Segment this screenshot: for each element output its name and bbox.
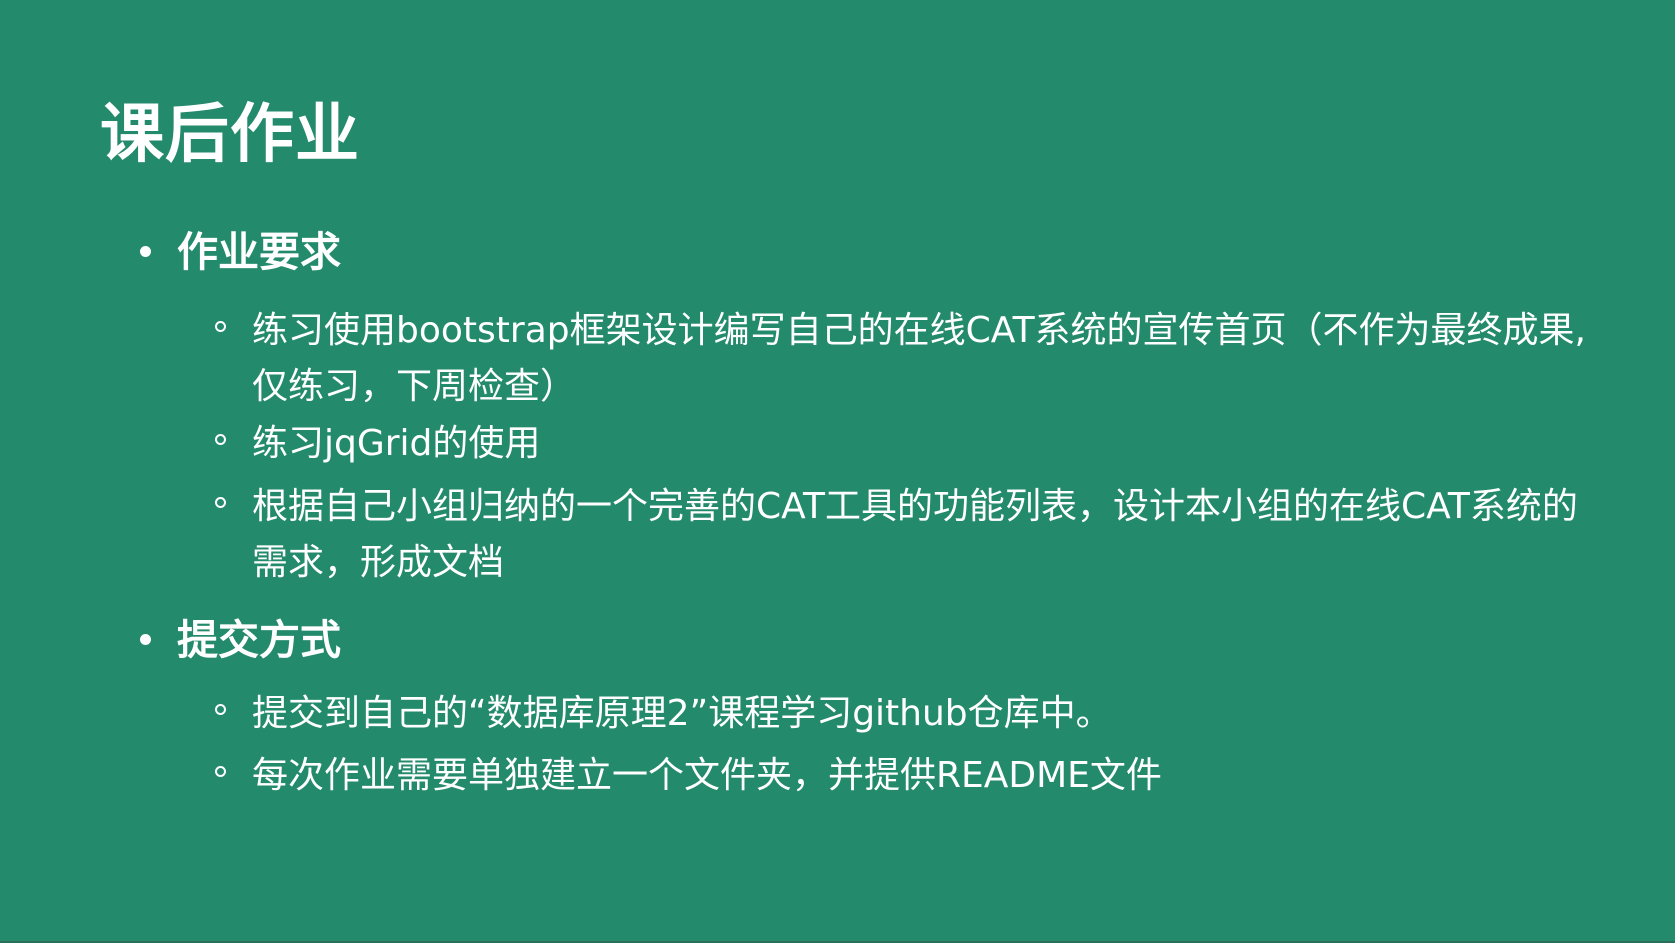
list-item: 练习使用bootstrap框架设计编写自己的在线CAT系统的宣传首页（不作为最终… — [215, 303, 1586, 415]
list-item-text: 每次作业需要单独建立一个文件夹，并提供README文件 — [252, 755, 1162, 796]
hollow-bullet-icon — [215, 321, 226, 332]
hollow-bullet-icon — [215, 704, 226, 715]
slide: 课后作业 作业要求 练习使用bootstrap框架设计编写自己的在线CAT系统的… — [0, 0, 1675, 943]
hollow-bullet-icon — [215, 766, 226, 777]
slide-title: 课后作业 — [100, 98, 360, 172]
section-heading-text: 作业要求 — [177, 228, 341, 276]
filled-bullet-icon — [140, 634, 151, 645]
hollow-bullet-icon — [215, 497, 226, 508]
list-item-text: 提交到自己的“数据库原理2”课程学习github仓库中。 — [252, 693, 1112, 734]
section-heading-text: 提交方式 — [177, 616, 341, 664]
list-item-text: 练习jqGrid的使用 — [252, 423, 541, 464]
hollow-bullet-icon — [215, 434, 226, 445]
list-item: 根据自己小组归纳的一个完善的CAT工具的功能列表，设计本小组的在线CAT系统的需… — [215, 479, 1578, 591]
list-item-text: 练习使用bootstrap框架设计编写自己的在线CAT系统的宣传首页（不作为最终… — [252, 310, 1587, 407]
list-item-text: 根据自己小组归纳的一个完善的CAT工具的功能列表，设计本小组的在线CAT系统的需… — [252, 486, 1578, 583]
list-item: 练习jqGrid的使用 — [215, 416, 1575, 472]
list-item: 提交到自己的“数据库原理2”课程学习github仓库中。 — [215, 686, 1575, 742]
filled-bullet-icon — [140, 246, 151, 257]
list-item: 每次作业需要单独建立一个文件夹，并提供README文件 — [215, 748, 1575, 804]
